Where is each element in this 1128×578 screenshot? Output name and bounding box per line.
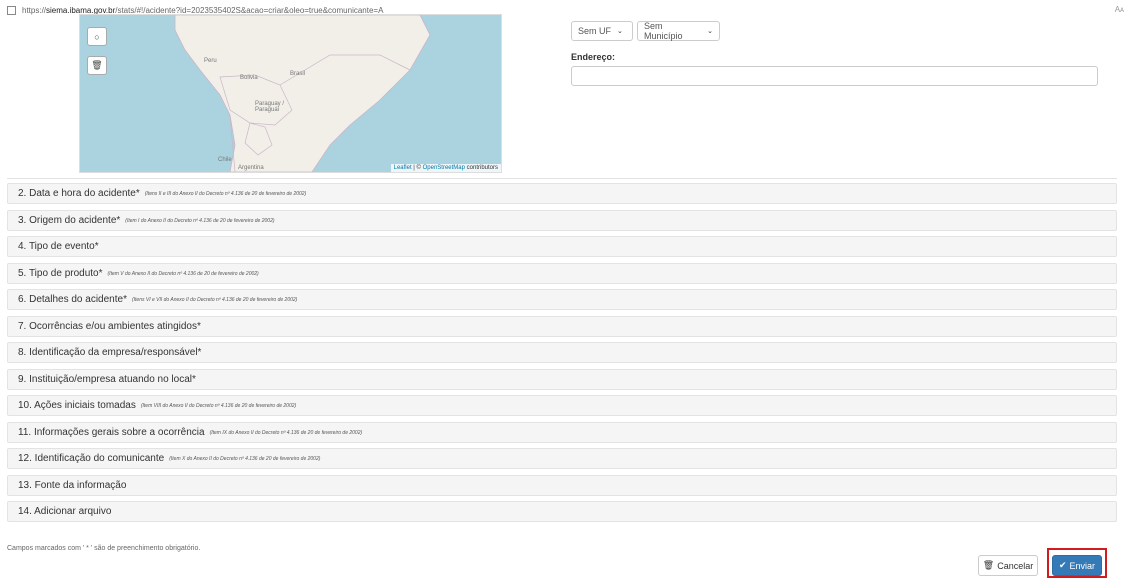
map-label-brasil: Brasil bbox=[290, 71, 306, 77]
section-panel[interactable]: 5. Tipo de produto* (Item V do Anexo II d… bbox=[7, 263, 1117, 284]
section-title: 13. Fonte da informação bbox=[18, 480, 127, 491]
section-title: 14. Adicionar arquivo bbox=[18, 506, 112, 517]
section-legal-note: (Item VIII do Anexo II do Decreto nº 4.1… bbox=[140, 402, 297, 409]
section-legal-note: (Itens II e III do Anexo II do Decreto n… bbox=[144, 190, 307, 197]
location-map[interactable]: ○ 🗑 Peru Brasil Bolivia Paraguay / Parag… bbox=[79, 14, 502, 173]
map-label-chile: Chile bbox=[218, 157, 232, 163]
map-attribution: Leaflet | © OpenStreetMap contributors bbox=[390, 164, 501, 172]
chevron-down-icon: ⌄ bbox=[707, 28, 713, 35]
section-panel[interactable]: 11. Informações gerais sobre a ocorrênci… bbox=[7, 422, 1117, 443]
cancel-button[interactable]: 🗑 Cancelar bbox=[978, 555, 1038, 576]
check-icon: ✔ bbox=[1058, 560, 1067, 570]
section-panel[interactable]: 3. Origem do acidente* (Item I do Anexo I… bbox=[7, 210, 1117, 231]
section-panel[interactable]: 2. Data e hora do acidente* (Itens II e I… bbox=[7, 183, 1117, 204]
section-panel[interactable]: 13. Fonte da informação bbox=[7, 475, 1117, 496]
section-title: 6. Detalhes do acidente* bbox=[18, 294, 127, 305]
delete-layer-control[interactable]: 🗑 bbox=[87, 56, 107, 75]
section-panel[interactable]: 9. Instituição/empresa atuando no local* bbox=[7, 369, 1117, 390]
section-title: 7. Ocorrências e/ou ambientes atingidos* bbox=[18, 321, 201, 332]
section-legal-note: (Item I do Anexo II do Decreto nº 4.136 … bbox=[125, 217, 275, 224]
required-fields-note: Campos marcados com ' * ' são de preench… bbox=[7, 545, 201, 552]
section-title: 11. Informações gerais sobre a ocorrênci… bbox=[18, 427, 205, 438]
draw-circle-control[interactable]: ○ bbox=[87, 27, 107, 46]
section-title: 4. Tipo de evento* bbox=[18, 241, 99, 252]
leaflet-link[interactable]: Leaflet bbox=[394, 165, 412, 171]
section-panel[interactable]: 12. Identificação do comunicante (Item X … bbox=[7, 448, 1117, 469]
map-land bbox=[174, 15, 431, 172]
trash-icon: 🗑 bbox=[982, 560, 995, 570]
section-legal-note: (Itens VI e VII do Anexo II do Decreto n… bbox=[131, 296, 298, 303]
divider bbox=[7, 178, 1117, 179]
section-title: 5. Tipo de produto* bbox=[18, 268, 103, 279]
uf-select[interactable]: Sem UF ⌄ bbox=[571, 21, 633, 41]
section-panel[interactable]: 14. Adicionar arquivo bbox=[7, 501, 1117, 522]
address-label: Endereço: bbox=[571, 52, 616, 62]
section-legal-note: (Item IX do Anexo II do Decreto nº 4.136… bbox=[209, 429, 363, 436]
section-title: 8. Identificação da empresa/responsável* bbox=[18, 347, 202, 358]
url-scheme: https:// bbox=[22, 5, 47, 15]
map-label-paraguay: Paraguay / Paraguái bbox=[255, 101, 285, 113]
section-title: 9. Instituição/empresa atuando no local* bbox=[18, 374, 196, 385]
send-button[interactable]: ✔ Enviar bbox=[1052, 555, 1102, 576]
section-panel[interactable]: 10. Ações iniciais tomadas (Item VIII do … bbox=[7, 395, 1117, 416]
circle-icon: ○ bbox=[94, 31, 100, 42]
section-legal-note: (Item X do Anexo II do Decreto nº 4.136 … bbox=[169, 455, 321, 462]
page-icon bbox=[7, 5, 16, 15]
address-input[interactable] bbox=[571, 66, 1098, 86]
chevron-down-icon: ⌄ bbox=[617, 28, 623, 35]
map-label-argentina: Argentina bbox=[238, 165, 264, 171]
reader-view-icon[interactable]: Aᴀ bbox=[1115, 5, 1124, 14]
section-panel[interactable]: 7. Ocorrências e/ou ambientes atingidos* bbox=[7, 316, 1117, 337]
section-title: 12. Identificação do comunicante bbox=[18, 453, 165, 464]
section-legal-note: (Item V do Anexo II do Decreto nº 4.136 … bbox=[107, 270, 259, 277]
trash-icon: 🗑 bbox=[91, 60, 103, 70]
section-panel[interactable]: 4. Tipo de evento* bbox=[7, 236, 1117, 257]
section-title: 3. Origem do acidente* bbox=[18, 215, 121, 226]
section-panel[interactable]: 6. Detalhes do acidente* (Itens VI e VII … bbox=[7, 289, 1117, 310]
section-title: 2. Data e hora do acidente* bbox=[18, 188, 140, 199]
osm-link[interactable]: OpenStreetMap bbox=[423, 165, 465, 171]
municipio-select[interactable]: Sem Município ⌄ bbox=[637, 21, 720, 41]
map-label-peru: Peru bbox=[204, 58, 217, 64]
section-title: 10. Ações iniciais tomadas bbox=[18, 400, 136, 411]
section-panel[interactable]: 8. Identificação da empresa/responsável* bbox=[7, 342, 1117, 363]
map-label-bolivia: Bolivia bbox=[240, 75, 258, 81]
